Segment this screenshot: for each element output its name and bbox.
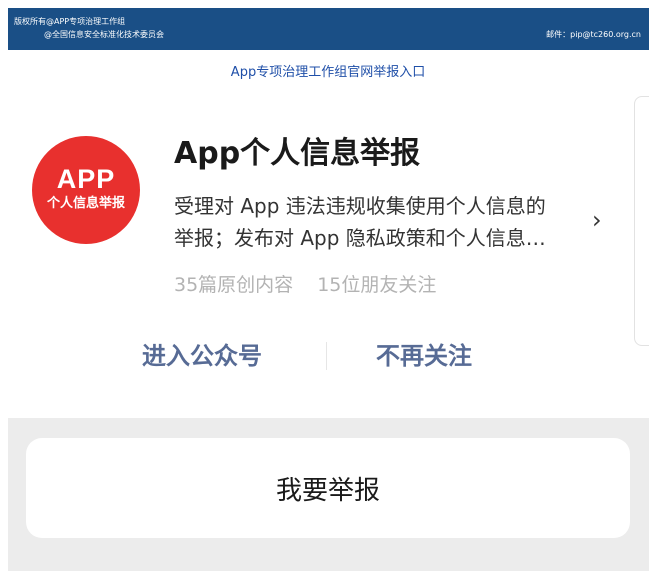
account-logo[interactable]: APP 个人信息举报 bbox=[32, 136, 140, 244]
report-section: 我要举报 bbox=[8, 418, 649, 571]
account-stats: 35篇原创内容 15位朋友关注 bbox=[174, 272, 436, 298]
contact-email: 邮件：pip@tc260.org.cn bbox=[546, 30, 641, 39]
articles-count: 35篇原创内容 bbox=[174, 274, 294, 296]
followers-count: 15位朋友关注 bbox=[317, 274, 437, 296]
chevron-right-icon[interactable]: › bbox=[592, 208, 602, 232]
enter-account-button[interactable]: 进入公众号 bbox=[142, 340, 262, 372]
action-divider bbox=[326, 342, 327, 370]
copyright-line-2: @全国信息安全标准化技术委员会 bbox=[44, 30, 164, 39]
report-portal-link[interactable]: App专项治理工作组官网举报入口 bbox=[0, 64, 656, 82]
logo-text-report: 个人信息举报 bbox=[46, 196, 125, 211]
site-header: 版权所有@APP专项治理工作组 @全国信息安全标准化技术委员会 邮件：pip@t… bbox=[8, 8, 649, 50]
account-name[interactable]: App个人信息举报 bbox=[174, 134, 420, 174]
adjacent-card-edge bbox=[634, 96, 649, 346]
description-line-1: 受理对 App 违法违规收集使用个人信息的 bbox=[174, 194, 546, 218]
description-line-2: 举报；发布对 App 隐私政策和个人信息… bbox=[174, 226, 546, 250]
report-button[interactable]: 我要举报 bbox=[26, 438, 630, 538]
account-description[interactable]: 受理对 App 违法违规收集使用个人信息的 举报；发布对 App 隐私政策和个人… bbox=[174, 190, 594, 254]
copyright-line-1: 版权所有@APP专项治理工作组 bbox=[14, 17, 126, 26]
logo-text-app: APP bbox=[56, 164, 116, 194]
unfollow-button[interactable]: 不再关注 bbox=[376, 340, 472, 372]
wechat-account-screenshot: APP 个人信息举报 App个人信息举报 受理对 App 违法违规收集使用个人信… bbox=[8, 84, 649, 571]
